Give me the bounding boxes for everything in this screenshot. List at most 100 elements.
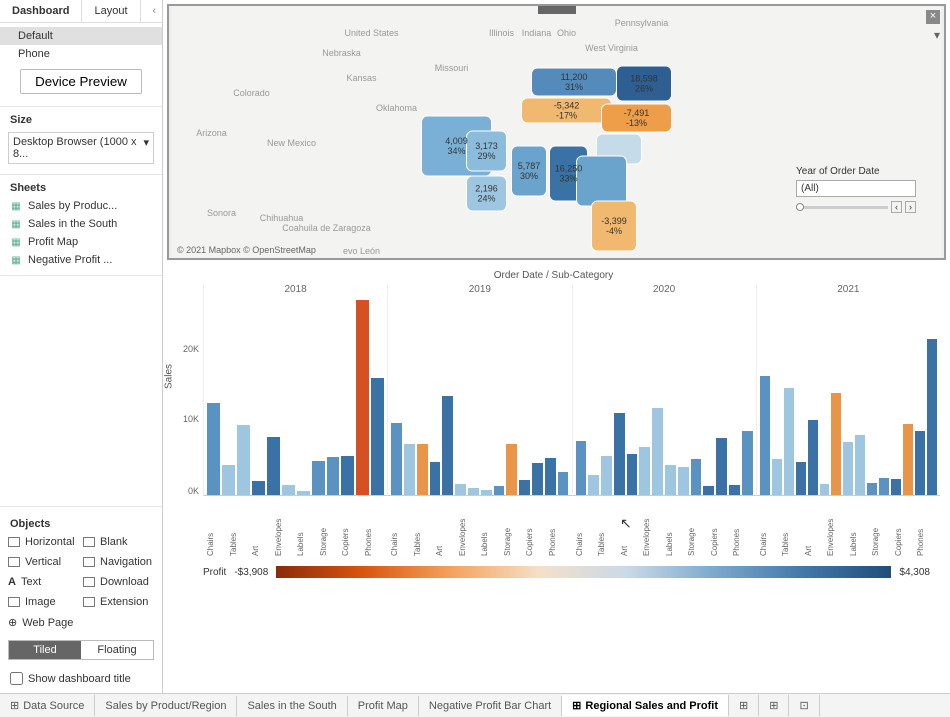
bar[interactable] <box>430 462 441 495</box>
bar[interactable] <box>601 456 612 495</box>
bar[interactable] <box>252 481 265 495</box>
state-GA[interactable] <box>577 156 627 206</box>
collapse-sidebar-icon[interactable]: ‹ <box>146 0 162 22</box>
bar[interactable] <box>843 442 853 495</box>
bar[interactable] <box>356 300 369 495</box>
bar[interactable] <box>855 435 865 495</box>
obj-image[interactable]: Image <box>8 593 79 611</box>
bar[interactable] <box>742 431 753 495</box>
bar[interactable] <box>267 437 280 495</box>
bar[interactable] <box>481 490 492 495</box>
bar[interactable] <box>558 472 569 495</box>
bar[interactable] <box>545 458 556 495</box>
obj-download[interactable]: Download <box>83 573 154 591</box>
bar[interactable] <box>729 485 740 495</box>
filter-icon[interactable]: ▾ <box>934 28 940 42</box>
bar[interactable] <box>927 339 937 495</box>
bar[interactable] <box>391 423 402 495</box>
bar[interactable] <box>532 463 543 495</box>
bar[interactable] <box>371 378 384 495</box>
sheet-item[interactable]: ▦Sales by Produc... <box>0 197 162 215</box>
slider-thumb[interactable] <box>796 203 804 211</box>
obj-vertical[interactable]: Vertical <box>8 553 79 571</box>
bar[interactable] <box>879 478 889 495</box>
bar[interactable] <box>576 441 587 495</box>
bar[interactable] <box>627 454 638 495</box>
bar[interactable] <box>831 393 841 495</box>
new-dashboard-button[interactable]: ⊞ <box>759 695 789 716</box>
bar[interactable] <box>796 462 806 495</box>
sheet-item[interactable]: ▦Negative Profit ... <box>0 251 162 269</box>
bar[interactable] <box>760 376 770 495</box>
sheet-item[interactable]: ▦Sales in the South <box>0 215 162 233</box>
bar[interactable] <box>442 396 453 496</box>
bar[interactable] <box>639 447 650 495</box>
mode-floating[interactable]: Floating <box>81 641 153 659</box>
sheet-item[interactable]: ▦Profit Map <box>0 233 162 251</box>
tab-dashboard[interactable]: Dashboard <box>0 0 82 22</box>
worksheet-tab[interactable]: ⊞Regional Sales and Profit <box>562 695 729 716</box>
obj-horizontal[interactable]: Horizontal <box>8 533 79 551</box>
mode-tiled[interactable]: Tiled <box>9 641 81 659</box>
tab-layout[interactable]: Layout <box>82 0 140 22</box>
worksheet-tab[interactable]: Profit Map <box>348 696 419 716</box>
bar[interactable] <box>468 488 479 495</box>
bar[interactable] <box>327 457 340 495</box>
new-story-button[interactable]: ⊡ <box>789 695 819 716</box>
worksheet-tab[interactable]: Sales by Product/Region <box>95 696 237 716</box>
device-phone[interactable]: Phone <box>0 45 162 63</box>
drag-handle[interactable] <box>538 6 576 14</box>
new-sheet-button[interactable]: ⊞ <box>729 695 759 716</box>
bar[interactable] <box>494 486 505 495</box>
bar[interactable] <box>867 483 877 495</box>
bar[interactable] <box>341 456 354 495</box>
show-title-input[interactable] <box>10 672 23 685</box>
bar[interactable] <box>678 467 689 495</box>
bar[interactable] <box>784 388 794 495</box>
close-icon[interactable]: × <box>926 10 940 24</box>
worksheet-tab[interactable]: Negative Profit Bar Chart <box>419 696 562 716</box>
bar[interactable] <box>506 444 517 495</box>
bar[interactable] <box>237 425 250 495</box>
obj-blank[interactable]: Blank <box>83 533 154 551</box>
obj-navigation[interactable]: Navigation <box>83 553 154 571</box>
bar[interactable] <box>772 459 782 495</box>
device-default[interactable]: Default <box>0 27 162 45</box>
choropleth-map[interactable]: 4,00934%2,19624%3,17329%5,78730%16,25033… <box>169 6 944 258</box>
year-prev-button[interactable]: ‹ <box>891 201 902 213</box>
year-slider[interactable] <box>796 206 888 209</box>
bar[interactable] <box>652 408 663 495</box>
bar[interactable] <box>455 484 466 495</box>
data-source-tab[interactable]: ⊞Data Source <box>0 695 95 716</box>
bar[interactable] <box>808 420 818 495</box>
bar[interactable] <box>222 465 235 495</box>
bar[interactable] <box>820 484 830 495</box>
bar[interactable] <box>417 444 428 495</box>
bar[interactable] <box>903 424 913 495</box>
worksheet-tab[interactable]: Sales in the South <box>237 696 347 716</box>
device-preview-button[interactable]: Device Preview <box>20 69 142 94</box>
bar[interactable] <box>207 403 220 495</box>
bar[interactable] <box>588 475 599 495</box>
obj-text[interactable]: AText <box>8 573 79 591</box>
map-container[interactable]: × ▾ 4,00934%2,19624%3,17329%5,78730%16,2… <box>167 4 946 260</box>
bar[interactable] <box>614 413 625 495</box>
bar[interactable] <box>716 438 727 495</box>
bar[interactable] <box>691 459 702 495</box>
obj-webpage[interactable]: ⊕Web Page <box>8 613 79 632</box>
bar[interactable] <box>404 444 415 495</box>
bar[interactable] <box>915 431 925 495</box>
bar[interactable] <box>891 479 901 495</box>
bar[interactable] <box>297 491 310 495</box>
bar[interactable] <box>703 486 714 495</box>
bar[interactable] <box>665 465 676 495</box>
year-next-button[interactable]: › <box>905 201 916 213</box>
bar[interactable] <box>312 461 325 495</box>
show-title-checkbox[interactable]: Show dashboard title <box>0 668 162 689</box>
x-category: Chairs <box>206 496 227 556</box>
obj-extension[interactable]: Extension <box>83 593 154 611</box>
year-filter-select[interactable]: (All) <box>796 180 916 197</box>
bar[interactable] <box>519 480 530 495</box>
size-dropdown[interactable]: Desktop Browser (1000 x 8... ▾ <box>8 132 154 164</box>
bar[interactable] <box>282 485 295 495</box>
